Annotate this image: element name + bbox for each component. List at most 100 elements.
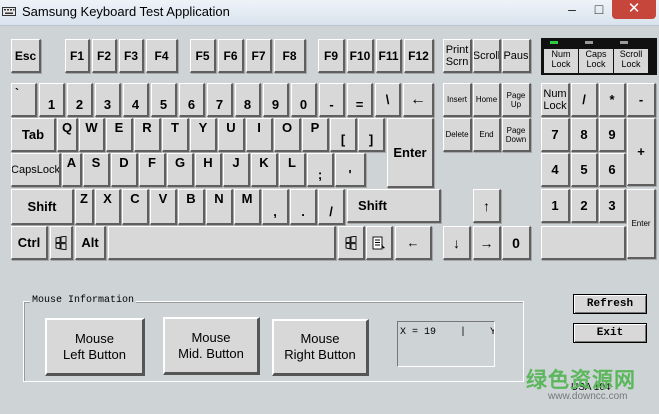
key-right-shift[interactable]: Shift — [347, 189, 441, 223]
key-enter[interactable]: Enter — [387, 118, 434, 188]
exit-button[interactable]: Exit — [573, 323, 647, 343]
key-menu[interactable] — [366, 226, 393, 260]
mouse-middle-button[interactable]: Mouse Mid. Button — [163, 317, 260, 375]
key-7[interactable]: 7 — [207, 83, 233, 117]
key-left-ctrl[interactable]: Ctrl — [11, 226, 48, 260]
key-f4[interactable]: F4 — [146, 39, 178, 73]
key-quote[interactable]: ' — [335, 153, 366, 187]
key-f6[interactable]: F6 — [218, 39, 244, 73]
key-y[interactable]: Y — [190, 118, 217, 152]
key-num-lock[interactable]: Num Lock — [541, 83, 570, 117]
key-f8[interactable]: F8 — [274, 39, 306, 73]
key-print-scrn[interactable]: Print Scrn — [443, 39, 472, 73]
key-a[interactable]: A — [62, 153, 82, 187]
key-num-slash[interactable]: / — [571, 83, 598, 117]
key-j[interactable]: J — [223, 153, 250, 187]
key-alt[interactable]: Alt — [75, 226, 106, 260]
key-6[interactable]: 6 — [179, 83, 205, 117]
key-f1[interactable]: F1 — [65, 39, 90, 73]
key-h[interactable]: H — [195, 153, 222, 187]
mouse-left-button[interactable]: Mouse Left Button — [45, 318, 145, 376]
key-num-enter[interactable]: Enter — [627, 189, 656, 259]
key-b[interactable]: B — [178, 189, 205, 225]
key-k[interactable]: K — [251, 153, 278, 187]
key-f[interactable]: F — [139, 153, 166, 187]
key-num-minus[interactable]: - — [627, 83, 656, 117]
key-d[interactable]: D — [111, 153, 138, 187]
key-arrow-down[interactable]: → — [473, 226, 501, 260]
key-f12[interactable]: F12 — [404, 39, 434, 73]
key-g[interactable]: G — [167, 153, 194, 187]
key-1[interactable]: 1 — [39, 83, 65, 117]
key-f3[interactable]: F3 — [119, 39, 144, 73]
key-num-5[interactable]: 5 — [571, 153, 598, 187]
key-left-shift[interactable]: Shift — [11, 189, 74, 225]
key-u[interactable]: U — [218, 118, 245, 152]
key-9[interactable]: 9 — [263, 83, 289, 117]
key-f5[interactable]: F5 — [190, 39, 216, 73]
key-end[interactable]: End — [473, 118, 501, 152]
key-f10[interactable]: F10 — [347, 39, 374, 73]
key-c[interactable]: C — [122, 189, 149, 225]
key-2[interactable]: 2 — [67, 83, 93, 117]
key-4[interactable]: 4 — [123, 83, 149, 117]
key-num-0[interactable] — [541, 226, 626, 260]
key-x[interactable]: X — [95, 189, 121, 225]
key-m[interactable]: M — [234, 189, 261, 225]
key-slash[interactable]: / — [318, 189, 345, 225]
key-space[interactable] — [108, 226, 336, 260]
key-o[interactable]: O — [274, 118, 301, 152]
key-scroll[interactable]: Scroll — [473, 39, 501, 73]
mouse-right-button[interactable]: Mouse Right Button — [272, 319, 369, 376]
key-s[interactable]: S — [83, 153, 110, 187]
key-num-6[interactable]: 6 — [599, 153, 626, 187]
key-home[interactable]: Home — [473, 83, 501, 117]
key-minus[interactable]: - — [319, 83, 345, 117]
key-l[interactable]: L — [279, 153, 306, 187]
key-3[interactable]: 3 — [95, 83, 121, 117]
key-f2[interactable]: F2 — [92, 39, 117, 73]
key-tab[interactable]: Tab — [11, 118, 56, 152]
key-right-bracket[interactable]: ] — [358, 118, 385, 152]
key-page-up[interactable]: Page Up — [502, 83, 531, 117]
key-right-windows[interactable] — [338, 226, 365, 260]
key-r[interactable]: R — [134, 118, 161, 152]
key-arrow-right[interactable]: 0 — [502, 226, 531, 260]
key-v[interactable]: V — [150, 189, 177, 225]
key-backtick[interactable]: ` — [11, 83, 37, 117]
key-num-3[interactable]: 3 — [599, 189, 626, 223]
key-z[interactable]: Z — [75, 189, 94, 225]
key-5[interactable]: 5 — [151, 83, 177, 117]
key-num-8[interactable]: 8 — [571, 118, 598, 152]
key-0[interactable]: 0 — [291, 83, 317, 117]
key-num-2[interactable]: 2 — [571, 189, 598, 223]
key-arrow-up[interactable]: ↑ — [473, 189, 501, 223]
key-f11[interactable]: F11 — [376, 39, 402, 73]
minimize-button[interactable]: – — [558, 0, 586, 19]
key-backslash[interactable]: \ — [375, 83, 401, 117]
key-n[interactable]: N — [206, 189, 233, 225]
key-e[interactable]: E — [106, 118, 133, 152]
key-insert[interactable]: Insert — [443, 83, 472, 117]
key-left-windows[interactable] — [50, 226, 73, 260]
key-num-9[interactable]: 9 — [599, 118, 626, 152]
key-p[interactable]: P — [302, 118, 329, 152]
key-arrow-left[interactable]: ↓ — [443, 226, 471, 260]
key-8[interactable]: 8 — [235, 83, 261, 117]
key-t[interactable]: T — [162, 118, 189, 152]
key-page-down[interactable]: Page Down — [502, 118, 531, 152]
key-i[interactable]: I — [246, 118, 273, 152]
refresh-button[interactable]: Refresh — [573, 294, 647, 314]
key-caps-lock[interactable]: CapsLock — [11, 153, 61, 187]
key-f9[interactable]: F9 — [318, 39, 345, 73]
close-button[interactable]: ✕ — [612, 0, 656, 19]
key-num-1[interactable]: 1 — [541, 189, 570, 223]
key-semicolon[interactable]: ; — [307, 153, 334, 187]
key-delete[interactable]: Delete — [443, 118, 472, 152]
key-pause[interactable]: Paus — [502, 39, 531, 73]
key-esc[interactable]: Esc — [11, 39, 41, 73]
key-comma[interactable]: , — [262, 189, 289, 225]
key-num-plus[interactable]: + — [627, 118, 656, 186]
key-num-star[interactable]: * — [599, 83, 626, 117]
key-q[interactable]: Q — [57, 118, 78, 152]
